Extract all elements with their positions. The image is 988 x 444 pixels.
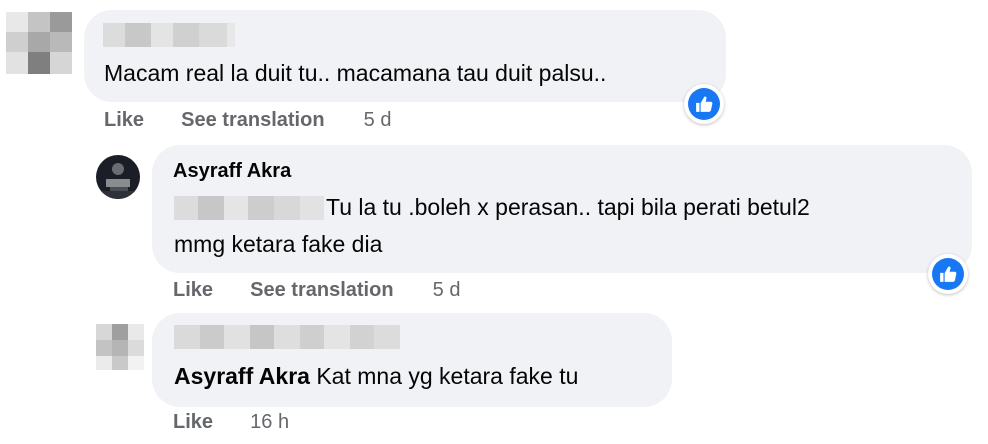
timestamp[interactable]: 5 d <box>364 109 392 132</box>
avatar[interactable] <box>96 324 144 370</box>
comment-text: Macam real la duit tu.. macamana tau dui… <box>104 60 607 86</box>
see-translation-link[interactable]: See translation <box>250 279 393 302</box>
timestamp[interactable]: 5 d <box>433 279 461 302</box>
comment-body: Kat mna yg ketara fake tu <box>309 363 579 389</box>
like-link[interactable]: Like <box>104 109 144 132</box>
redacted-mention[interactable] <box>174 196 324 220</box>
thumbs-up-icon <box>940 266 957 282</box>
comment-text: Asyraff Akra Kat mna yg ketara fake tu <box>174 358 578 394</box>
reaction-badge[interactable] <box>928 254 968 294</box>
thumbs-up-icon <box>696 96 713 112</box>
like-link[interactable]: Like <box>173 411 213 434</box>
avatar[interactable] <box>96 155 140 199</box>
redacted-author-name[interactable] <box>174 325 400 349</box>
timestamp[interactable]: 16 h <box>250 411 289 434</box>
avatar[interactable] <box>6 10 74 76</box>
see-translation-link[interactable]: See translation <box>181 109 324 132</box>
comment-actions: Like See translation 5 d <box>173 279 460 302</box>
comment-actions: Like 16 h <box>173 411 289 434</box>
like-link[interactable]: Like <box>173 279 213 302</box>
comment-text-line-1: Tu la tu .boleh x perasan.. tapi bila pe… <box>326 194 810 220</box>
mention-link[interactable]: Asyraff Akra <box>174 363 310 389</box>
profile-photo <box>96 155 140 199</box>
redacted-author-name[interactable] <box>103 23 235 47</box>
comment-actions: Like See translation 5 d <box>104 109 391 132</box>
reaction-badge[interactable] <box>684 84 724 124</box>
comment-text-line-2: mmg ketara fake dia <box>174 231 383 257</box>
author-name[interactable]: Asyraff Akra <box>173 160 291 183</box>
